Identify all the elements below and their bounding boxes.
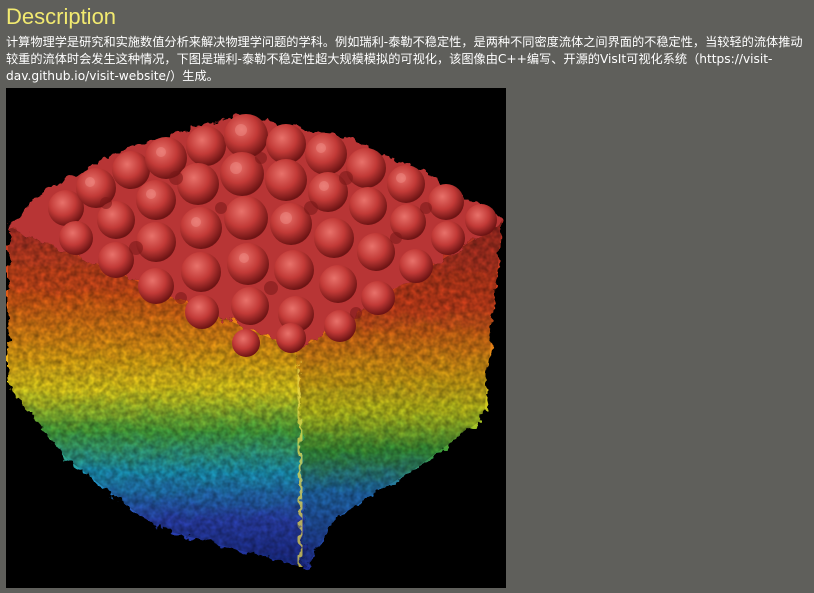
simulation-cube-graphic — [6, 88, 506, 588]
page: Description 计算物理学是研究和实施数值分析来解决物理学问题的学科。例… — [0, 0, 814, 593]
section-title: Description — [6, 4, 117, 29]
simulation-image — [6, 88, 506, 588]
section-description: 计算物理学是研究和实施数值分析来解决物理学问题的学科。例如瑞利-泰勒不稳定性，是… — [6, 35, 803, 83]
